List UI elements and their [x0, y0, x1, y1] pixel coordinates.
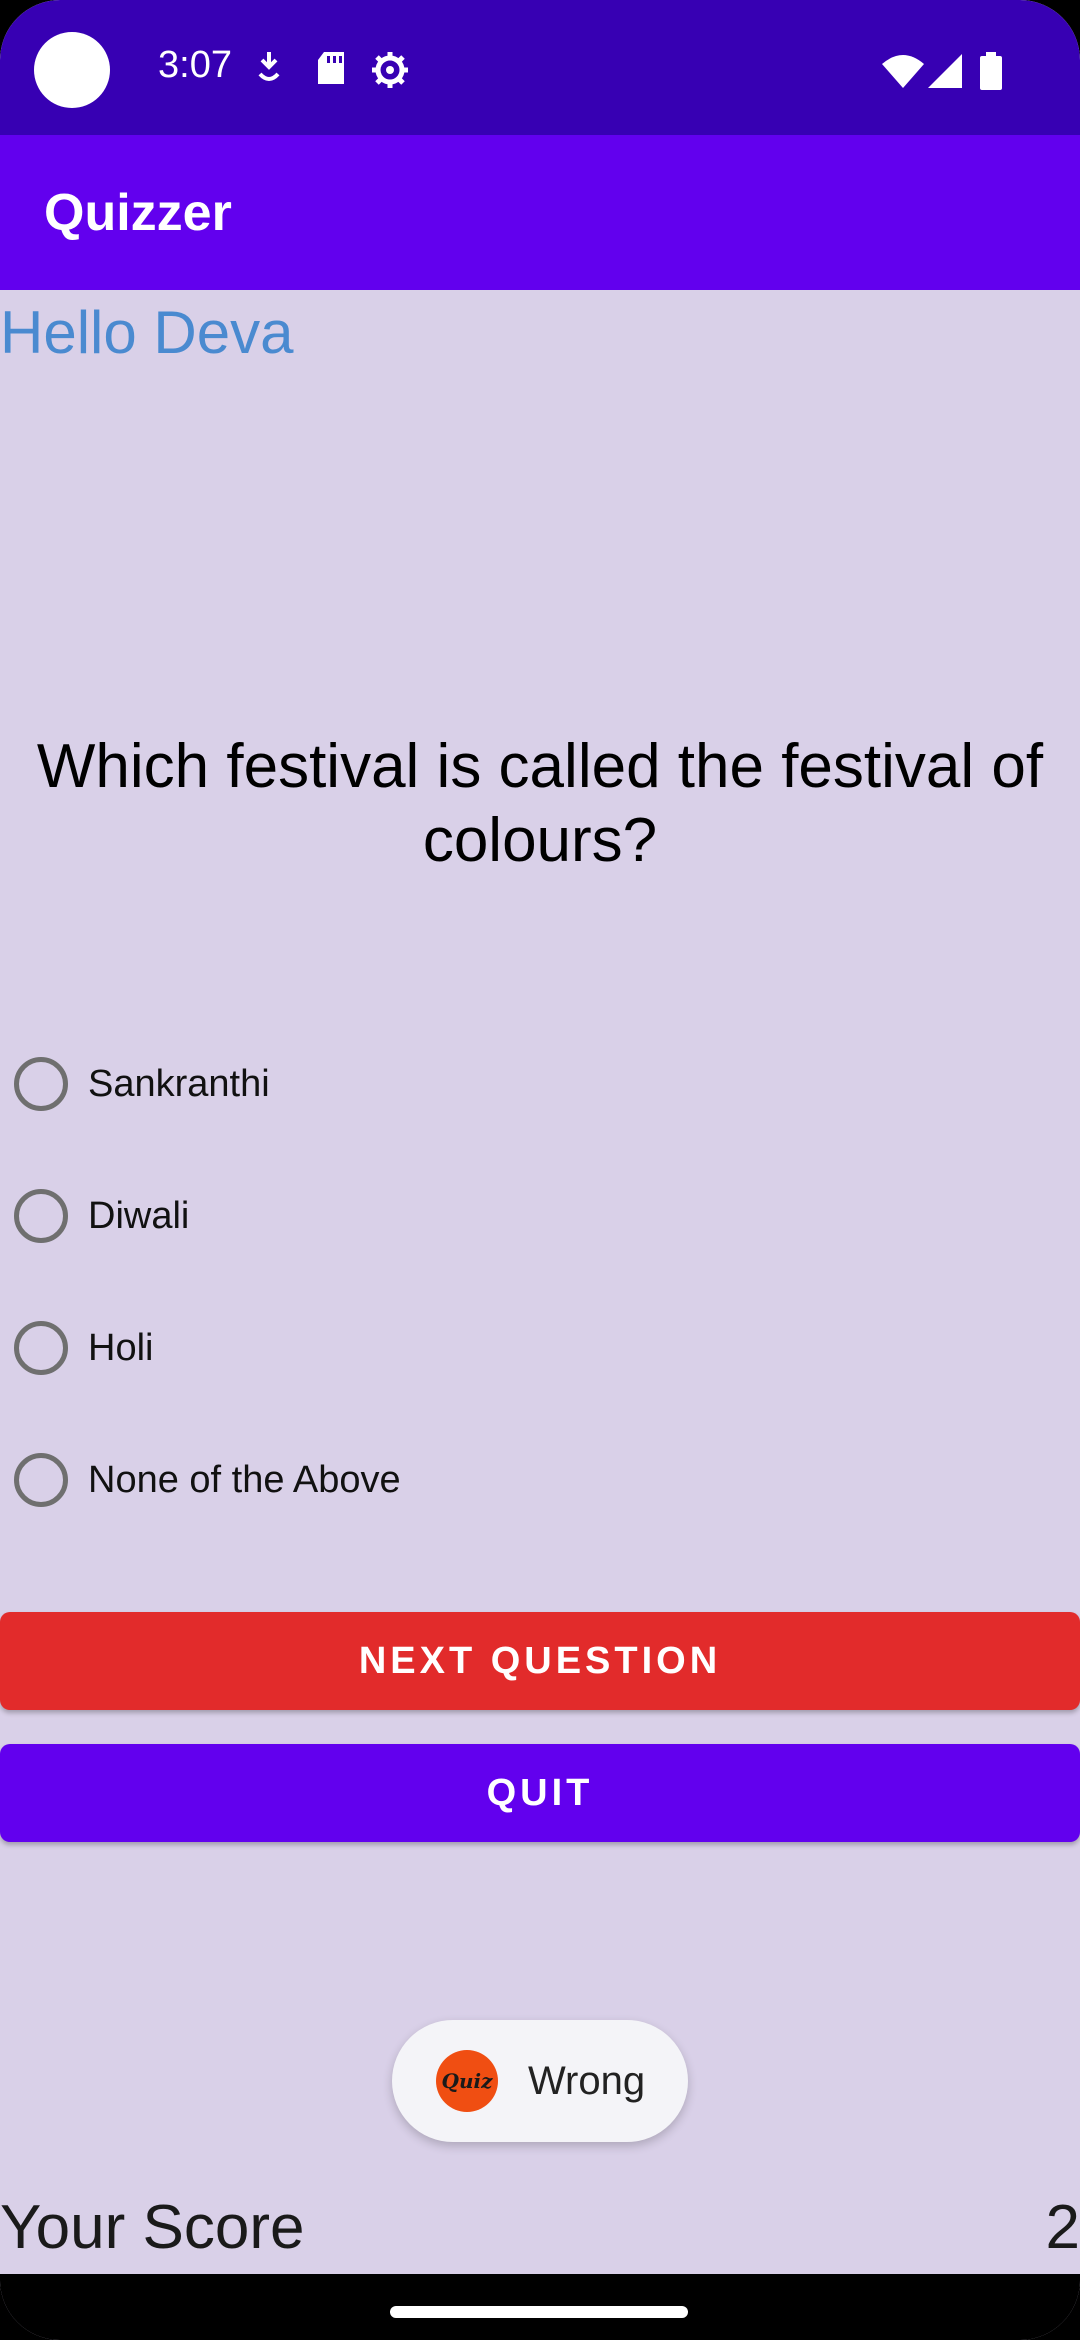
download-icon: [258, 52, 280, 81]
option-label: Diwali: [88, 1194, 190, 1237]
option-label: None of the Above: [88, 1458, 401, 1501]
toast-message: Quiz Wrong: [392, 2020, 688, 2142]
quiz-logo-icon: Quiz: [436, 2050, 498, 2112]
home-gesture-handle[interactable]: [390, 2306, 688, 2318]
greeting-text: Hello Deva: [0, 299, 294, 366]
app-title: Quizzer: [44, 184, 232, 242]
status-bar: 3:07: [0, 0, 1080, 135]
radio-button[interactable]: [14, 1453, 68, 1507]
navigation-bar: [0, 2274, 1080, 2340]
battery-icon: [980, 52, 1002, 90]
option-sankranthi[interactable]: Sankranthi: [14, 1052, 270, 1116]
wifi-icon: [882, 55, 924, 88]
score-value: 2: [1045, 2193, 1080, 2262]
option-diwali[interactable]: Diwali: [14, 1184, 189, 1248]
settings-gear-icon: [372, 52, 408, 88]
quit-button[interactable]: QUIT: [0, 1744, 1080, 1842]
option-holi[interactable]: Holi: [14, 1316, 153, 1380]
option-none-of-the-above[interactable]: None of the Above: [14, 1448, 401, 1512]
sd-card-icon: [318, 52, 344, 84]
question-text: Which festival is called the festival of…: [36, 732, 1044, 875]
option-label: Sankranthi: [88, 1062, 270, 1105]
radio-button[interactable]: [14, 1057, 68, 1111]
camera-cutout: [34, 32, 110, 108]
radio-button[interactable]: [14, 1189, 68, 1243]
quiz-screen: 3:07 Quizzer Hello Deva Which festival i…: [0, 0, 1080, 2340]
cellular-signal-icon: [928, 54, 962, 88]
next-question-button[interactable]: NEXT QUESTION: [0, 1612, 1080, 1710]
radio-button[interactable]: [14, 1321, 68, 1375]
status-time: 3:07: [158, 44, 232, 86]
option-label: Holi: [88, 1326, 154, 1369]
app-bar: Quizzer: [0, 135, 1080, 290]
score-label: Your Score: [0, 2193, 305, 2262]
toast-text: Wrong: [528, 2058, 646, 2103]
